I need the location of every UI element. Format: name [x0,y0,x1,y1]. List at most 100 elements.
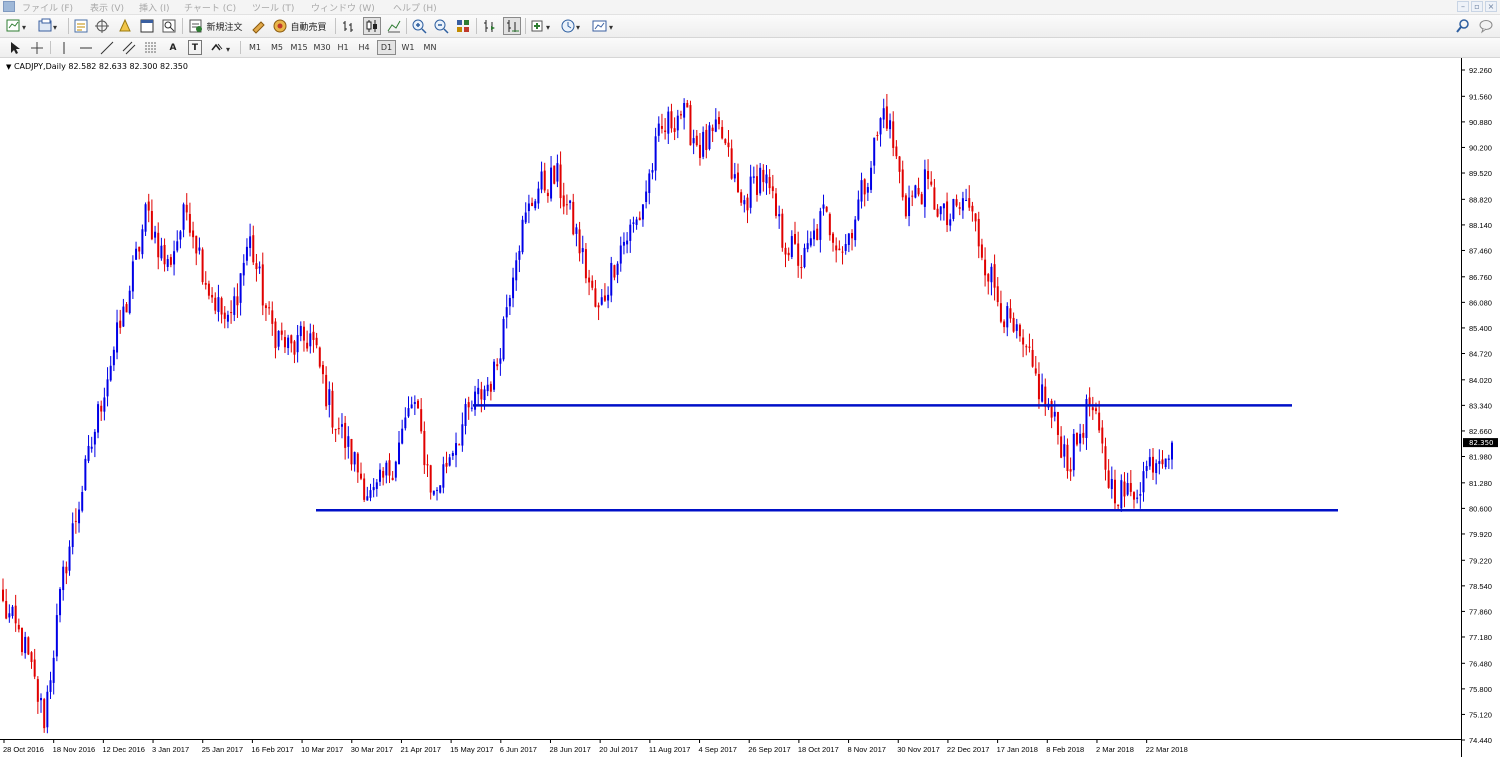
timeframe-m15[interactable]: M15 [288,40,310,55]
trendline-button[interactable] [100,40,114,55]
bear-candle-body [1161,459,1164,465]
menu-window[interactable]: ウィンドウ (W) [311,1,375,14]
indicators-button[interactable]: ▾ [530,18,556,34]
candlestick-button[interactable] [363,17,381,35]
menu-view[interactable]: 表示 (V) [90,1,124,14]
text-tool-button[interactable]: A [166,40,180,55]
bull-candle-body [233,296,236,315]
bear-candle-body [594,288,597,307]
new-chart-button[interactable]: ▾ [5,18,35,34]
line-chart-button[interactable] [386,18,402,34]
bear-candle-body [426,464,429,466]
menu-file[interactable]: ファイル (F) [22,1,73,14]
data-window-button[interactable] [94,18,110,34]
menu-insert[interactable]: 挿入 (I) [139,1,170,14]
profiles-button[interactable]: ▾ [37,18,65,34]
bear-candle-body [1037,373,1040,400]
bull-candle-body [616,263,619,275]
bear-candle-body [1009,308,1012,319]
menu-chart[interactable]: チャート (C) [184,1,236,14]
zoom-in-button[interactable] [411,18,427,34]
bull-candle-body [860,180,863,202]
menu-tools[interactable]: ツール (T) [252,1,294,14]
timeframe-m1[interactable]: M1 [246,40,264,55]
menu-help[interactable]: ヘルプ (H) [393,1,437,14]
bar-chart-button[interactable] [341,18,357,34]
zoom-out-button[interactable] [433,18,449,34]
tile-windows-button[interactable] [455,18,471,34]
bear-candle-body [188,213,191,233]
periods-icon: ▾ [561,19,580,33]
market-watch-button[interactable] [73,18,89,34]
bear-candle-body [74,520,77,522]
arrows-button[interactable]: ▾ [210,40,236,55]
bear-candle-body [271,310,274,324]
bear-candle-body [1107,470,1110,488]
auto-trading-button[interactable]: 自動売買 [270,18,330,34]
zoom-in-icon [412,19,427,34]
bear-candle-body [562,195,565,207]
bull-candle-body [277,330,280,347]
bear-candle-body [904,195,907,217]
new-order-button[interactable]: 新規注文 [187,18,245,34]
bull-candle-body [749,176,752,208]
equidistant-channel-button[interactable] [122,40,136,55]
cursor-button[interactable] [7,40,23,55]
restore-icon[interactable]: ▫ [1471,1,1483,12]
navigator-button[interactable] [117,18,133,34]
bull-candle-body [483,389,486,401]
bear-candle-body [936,208,939,217]
bear-candle-body [119,320,122,328]
fibonacci-button[interactable] [144,40,158,55]
timeframe-mn[interactable]: MN [420,40,440,55]
bull-candle-body [106,379,109,397]
price-chart[interactable]: 92.260 91.560 90.880 90.200 89.520 88.820 88.1… [0,58,1500,757]
text-label-button[interactable]: T [188,40,202,55]
bull-candle-body [470,407,473,409]
bull-candle-body [160,245,163,259]
search-button[interactable] [1455,18,1471,34]
bull-candle-body [52,657,55,683]
timeframe-d1[interactable]: D1 [377,40,396,55]
time-tick-label: 3 Jan 2017 [152,745,189,754]
bear-candle-body [214,297,217,311]
close-icon[interactable]: × [1485,1,1497,12]
bull-candle-body [626,240,629,245]
chart-window[interactable]: 92.260 91.560 90.880 90.200 89.520 88.820 88.1… [0,58,1500,757]
bear-candle-body [603,295,606,301]
bear-candle-body [917,187,920,195]
bear-candle-body [318,347,321,367]
timeframe-m5[interactable]: M5 [268,40,286,55]
timeframe-h4[interactable]: H4 [355,40,373,55]
chart-shift-button[interactable] [482,18,498,34]
time-tick-label: 21 Apr 2017 [400,745,440,754]
periods-button[interactable]: ▾ [560,18,586,34]
timeframe-m30[interactable]: M30 [311,40,333,55]
terminal-button[interactable] [139,18,155,34]
bear-candle-body [293,341,296,355]
chart-menu-triangle-icon[interactable]: ▼ [6,63,11,71]
vertical-line-button[interactable] [57,40,71,55]
bear-candle-body [721,126,724,139]
bull-candle-body [1145,466,1148,471]
auto-scroll-button[interactable] [503,17,521,35]
horizontal-line-button[interactable] [79,40,93,55]
timeframe-h1[interactable]: H1 [334,40,352,55]
one-click-button[interactable] [250,18,266,34]
timeframe-w1[interactable]: W1 [399,40,417,55]
tester-button[interactable] [161,18,177,34]
time-tick-label: 28 Oct 2016 [3,745,44,754]
minimize-icon[interactable]: – [1457,1,1469,12]
svg-text:▾: ▾ [226,45,230,54]
bull-candle-body [813,230,816,240]
crosshair-button[interactable] [29,40,45,55]
one-click-icon [252,21,265,34]
bull-candle-body [404,417,407,429]
bear-candle-body [467,402,470,408]
templates-button[interactable]: ▾ [591,18,619,34]
chat-button[interactable] [1478,18,1494,34]
bull-candle-body [141,229,144,255]
bull-candle-body [179,231,182,240]
bull-candle-body [477,387,480,395]
bull-candle-body [59,589,62,616]
